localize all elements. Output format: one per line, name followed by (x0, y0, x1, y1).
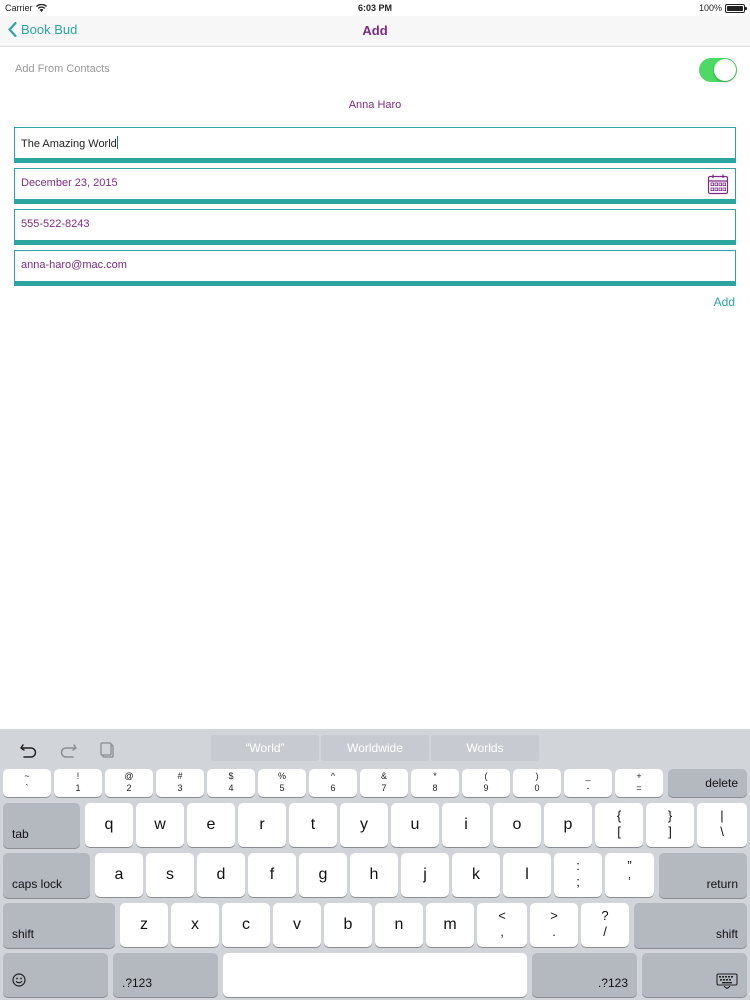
add-from-contacts-row: Add From Contacts (0, 56, 750, 86)
battery-status: 100% (698, 3, 747, 13)
text-cursor (116, 136, 119, 149)
add-button[interactable]: Add (714, 295, 735, 309)
key-pipe[interactable]: | \ (697, 803, 747, 847)
add-from-contacts-toggle[interactable] (699, 58, 737, 82)
keyboard-shortcut-bar: “World” Worldwide Worlds (0, 729, 750, 767)
tab-key[interactable]: tab (3, 803, 80, 848)
key-p[interactable]: p (544, 803, 592, 847)
key-v[interactable]: v (273, 903, 321, 947)
status-bar: Carrier 6:03 PM 100% (0, 0, 750, 16)
contact-name: Anna Haro (348, 99, 402, 111)
key-2[interactable]: @2 (105, 769, 153, 797)
key-z[interactable]: z (120, 903, 168, 947)
email-field[interactable]: anna-haro@mac.com (14, 250, 736, 286)
space-bar[interactable] (223, 953, 527, 997)
key-7[interactable]: & 7 (360, 769, 408, 797)
caps-lock-key[interactable]: caps lock (3, 853, 90, 898)
battery-percent: 100% (698, 3, 722, 13)
key-y[interactable]: y (340, 803, 388, 847)
key-g[interactable]: g (299, 853, 347, 897)
key-b[interactable]: b (324, 903, 372, 947)
suggestion-3[interactable]: Worlds (431, 735, 539, 761)
battery-icon (725, 3, 747, 13)
key-minus[interactable]: _ - (564, 769, 612, 797)
numbers-key-left[interactable]: .?123 (113, 953, 218, 997)
key-r[interactable]: r (238, 803, 286, 847)
key-l[interactable]: l (503, 853, 551, 897)
key-0[interactable]: ) 0 (513, 769, 561, 797)
key-left-brace[interactable]: {[ (595, 803, 643, 847)
phone-field-value: 555-522-8243 (21, 218, 90, 230)
add-from-contacts-label: Add From Contacts (15, 63, 110, 75)
key-o[interactable]: o (493, 803, 541, 847)
emoji-key[interactable] (3, 953, 108, 997)
date-field[interactable]: December 23, 2015 (14, 168, 736, 204)
key-c[interactable]: c (222, 903, 270, 947)
key-3[interactable]: #3 (156, 769, 204, 797)
title-field[interactable]: The Amazing World (14, 127, 736, 163)
key-u[interactable]: u (391, 803, 439, 847)
key-8[interactable]: * 8 (411, 769, 459, 797)
calendar-icon[interactable] (707, 173, 729, 195)
redo-icon[interactable] (58, 741, 78, 759)
key-4[interactable]: $4 (207, 769, 255, 797)
key-d[interactable]: d (197, 853, 245, 897)
suggestion-1[interactable]: “World” (211, 735, 319, 761)
key-i[interactable]: i (442, 803, 490, 847)
smiley-icon (12, 973, 26, 987)
key-equals[interactable]: + = (615, 769, 663, 797)
suggestion-2[interactable]: Worldwide (321, 735, 429, 761)
key-a[interactable]: a (95, 853, 143, 897)
key-colon[interactable]: :; (554, 853, 602, 897)
dismiss-keyboard-key[interactable] (642, 953, 747, 997)
keyboard: “World” Worldwide Worlds ~ ` ! 1 @2 #3 $4 … (0, 729, 750, 1000)
phone-field[interactable]: 555-522-8243 (14, 209, 736, 245)
key-x[interactable]: x (171, 903, 219, 947)
toggle-knob (714, 59, 736, 81)
page-title: Add (362, 23, 388, 38)
key-s[interactable]: s (146, 853, 194, 897)
key-backtick[interactable]: ~ ` (3, 769, 51, 797)
key-t[interactable]: t (289, 803, 337, 847)
key-j[interactable]: j (401, 853, 449, 897)
key-quote[interactable]: ”’ (605, 853, 654, 897)
delete-key[interactable]: delete (668, 769, 747, 797)
key-n[interactable]: n (375, 903, 423, 947)
key-1[interactable]: ! 1 (54, 769, 102, 797)
key-f[interactable]: f (248, 853, 296, 897)
navigation-bar: Book Bud Add (0, 16, 750, 47)
numbers-key-right[interactable]: .?123 (532, 953, 637, 997)
key-6[interactable]: ^ 6 (309, 769, 357, 797)
key-q[interactable]: q (85, 803, 133, 847)
paste-icon[interactable] (98, 741, 118, 759)
status-time: 6:03 PM (357, 3, 392, 13)
email-field-value: anna-haro@mac.com (21, 259, 127, 271)
key-right-brace[interactable]: }] (646, 803, 694, 847)
return-key[interactable]: return (659, 853, 747, 898)
title-field-value: The Amazing World (21, 136, 119, 150)
key-m[interactable]: m (426, 903, 474, 947)
key-w[interactable]: w (136, 803, 184, 847)
key-e[interactable]: e (187, 803, 235, 847)
key-k[interactable]: k (452, 853, 500, 897)
undo-icon[interactable] (19, 741, 39, 759)
key-question[interactable]: ? / (581, 903, 629, 947)
key-less-than[interactable]: <, (477, 903, 527, 947)
shift-key-right[interactable]: shift (634, 903, 747, 948)
key-5[interactable]: % 5 (258, 769, 306, 797)
key-greater-than[interactable]: >. (530, 903, 578, 947)
keyboard-dismiss-icon (716, 973, 738, 989)
key-h[interactable]: h (350, 853, 398, 897)
date-field-value: December 23, 2015 (21, 177, 118, 189)
key-9[interactable]: (9 (462, 769, 510, 797)
shift-key-left[interactable]: shift (3, 903, 115, 948)
